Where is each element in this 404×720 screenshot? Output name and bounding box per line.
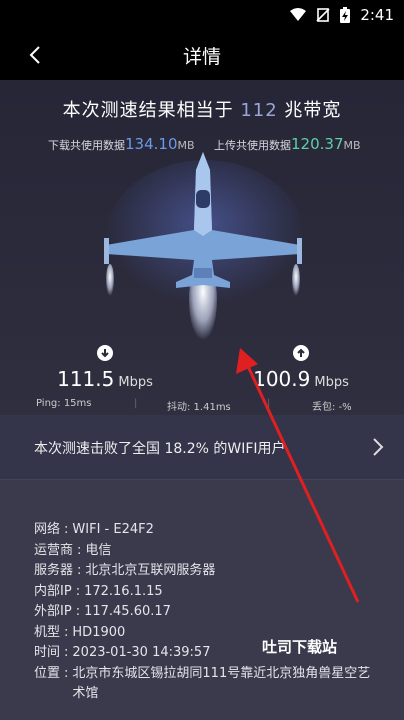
page-title: 详情: [182, 46, 221, 68]
detail-value: 172.16.1.15: [84, 583, 163, 599]
detail-value: HD1900: [72, 624, 126, 640]
status-bar: 2:41: [0, 0, 404, 30]
detail-label: 机型: [34, 624, 61, 640]
download-speed-value: 111.5: [57, 367, 115, 391]
detail-label: 网络: [34, 522, 61, 537]
status-time: 2:41: [360, 6, 394, 24]
detail-value: WIFI - E24F2: [72, 522, 154, 537]
chevron-right-icon: [373, 438, 384, 456]
download-arrow-icon: [97, 345, 113, 361]
jet-illustration: [104, 152, 305, 340]
summary-value: 112: [240, 100, 278, 121]
detail-value: 电信: [85, 542, 112, 558]
summary-suffix: 兆带宽: [284, 100, 342, 121]
stat-divider: |: [134, 398, 138, 409]
detail-label: 内部IP: [34, 583, 72, 599]
jitter-stat: 抖动: 1.41ms: [167, 402, 231, 413]
detail-label: 服务器: [34, 563, 74, 578]
status-icons: 2:41: [290, 6, 394, 24]
detail-label: 位置: [34, 665, 61, 681]
bandwidth-summary: 本次测速结果相当于 112 兆带宽: [0, 96, 404, 122]
watermark-text: 吐司下载站: [262, 638, 338, 656]
detail-row-location: 位置: 北京市东城区锡拉胡同111号靠近北京独角兽星空艺术馆: [34, 664, 372, 705]
detail-label: 运营商: [34, 542, 74, 558]
battery-charging-icon: [340, 7, 351, 23]
detail-value: 117.45.60.17: [84, 604, 171, 619]
summary-prefix: 本次测速结果相当于: [62, 100, 234, 121]
detail-label: 时间: [34, 645, 61, 660]
detail-value: 北京市东城区锡拉胡同111号靠近北京独角兽星空艺术馆: [72, 665, 371, 702]
red-arrow-annotation: [236, 348, 360, 603]
header: 详情: [0, 30, 404, 80]
ping-stat: Ping: 15ms: [36, 398, 92, 409]
detail-label: 外部IP: [34, 604, 72, 619]
detail-value: 2023-01-30 14:39:57: [72, 645, 211, 660]
download-speed-unit: Mbps: [118, 375, 153, 390]
upload-data-unit: MB: [343, 139, 361, 152]
wifi-icon: [290, 8, 307, 21]
no-sim-icon: [316, 8, 330, 22]
download-speed: 111.5 Mbps: [30, 345, 180, 391]
detail-value: 北京北京互联网服务器: [85, 563, 216, 578]
